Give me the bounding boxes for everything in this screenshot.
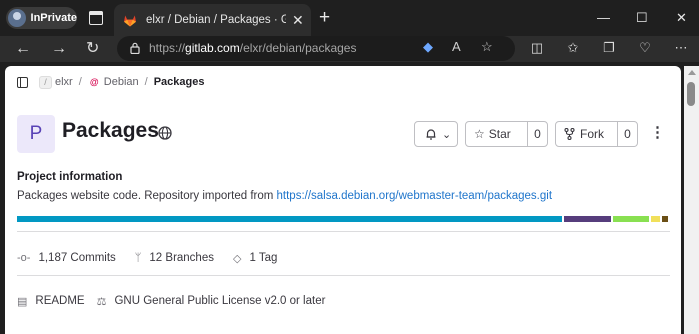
tags-count: 1 Tag: [249, 252, 278, 264]
debian-swirl-icon: @: [89, 77, 99, 87]
project-avatar: P: [17, 115, 55, 153]
address-bar[interactable]: https://gitlab.com/elxr/debian/packages …: [117, 36, 515, 61]
collections-icon[interactable]: ❐: [600, 39, 618, 57]
project-description: Packages website code. Repository import…: [17, 190, 553, 202]
tab-title: elxr / Debian / Packages · GitLab: [146, 14, 286, 26]
split-screen-icon[interactable]: ◫: [528, 39, 546, 57]
star-button[interactable]: ☆ Star: [466, 122, 527, 146]
language-bar[interactable]: [17, 216, 670, 222]
back-arrow-icon[interactable]: ←: [15, 36, 31, 62]
page-scrollbar[interactable]: [684, 66, 699, 334]
star-count[interactable]: 0: [527, 122, 547, 146]
branch-icon: ᛘ: [134, 252, 142, 264]
import-source-link[interactable]: https://salsa.debian.org/webmaster-team/…: [277, 190, 553, 202]
inprivate-profile-button[interactable]: InPrivate: [6, 7, 77, 29]
maximize-button[interactable]: ☐: [636, 8, 648, 28]
divider: [17, 231, 670, 232]
tag-extension-icon[interactable]: ◆: [423, 39, 433, 55]
breadcrumb-group[interactable]: elxr: [55, 76, 73, 88]
branches-count: 12 Branches: [149, 252, 214, 264]
minimize-button[interactable]: —: [597, 8, 610, 28]
breadcrumb-current[interactable]: Packages: [154, 76, 205, 88]
commits-link[interactable]: -o- 1,187 Commits: [17, 252, 116, 264]
readme-label: README: [35, 295, 85, 307]
favorite-star-icon[interactable]: ☆: [481, 39, 493, 55]
license-link[interactable]: ⚖ GNU General Public License v2.0 or lat…: [97, 295, 326, 308]
browser-tab-active[interactable]: elxr / Debian / Packages · GitLab ✕: [114, 4, 311, 36]
url-text: https://gitlab.com/elxr/debian/packages: [149, 41, 357, 55]
more-actions-icon[interactable]: ⋮: [650, 124, 665, 142]
tag-icon: ◇: [232, 252, 242, 265]
globe-icon: [158, 126, 172, 140]
breadcrumb-separator: /: [144, 76, 148, 88]
fork-button[interactable]: Fork: [556, 122, 617, 146]
language-segment[interactable]: [651, 216, 660, 222]
gitlab-favicon-icon: [124, 15, 136, 26]
sidebar-toggle-icon[interactable]: [17, 76, 28, 88]
branches-link[interactable]: ᛘ 12 Branches: [135, 252, 214, 264]
forward-arrow-icon[interactable]: →: [51, 36, 67, 62]
breadcrumb-subgroup[interactable]: Debian: [104, 76, 139, 88]
book-icon: ▤: [17, 295, 28, 308]
group-avatar-icon: /: [39, 75, 52, 89]
breadcrumb-separator: /: [78, 76, 82, 88]
fork-count[interactable]: 0: [617, 122, 637, 146]
commits-count: 1,187 Commits: [38, 252, 116, 264]
page-viewport: / elxr / @ Debian / Packages P Packages …: [5, 66, 681, 334]
scale-icon: ⚖: [96, 295, 107, 308]
commit-icon: -o-: [17, 252, 31, 264]
star-label: Star: [488, 127, 511, 141]
project-information-heading: Project information: [17, 171, 123, 183]
fork-label: Fork: [580, 127, 604, 141]
scrollbar-thumb[interactable]: [687, 82, 695, 106]
chevron-down-icon: ⌄: [442, 128, 452, 141]
language-segment[interactable]: [661, 216, 668, 222]
lock-icon: [130, 42, 140, 54]
browser-toolbar: ← → ↻ https://gitlab.com/elxr/debian/pac…: [0, 36, 699, 62]
tab-close-icon[interactable]: ✕: [292, 13, 304, 27]
star-icon: ☆: [474, 127, 485, 141]
fork-button-group: Fork 0: [555, 121, 638, 147]
refresh-icon[interactable]: ↻: [86, 36, 99, 62]
star-button-group: ☆ Star 0: [465, 121, 548, 147]
scroll-up-icon[interactable]: [688, 70, 696, 75]
more-options-icon[interactable]: ⋯: [672, 39, 690, 57]
fork-icon: [564, 128, 575, 140]
copilot-heart-icon[interactable]: ♡: [636, 39, 654, 57]
divider: [17, 275, 670, 276]
language-segment[interactable]: [17, 216, 563, 222]
new-tab-button[interactable]: +: [319, 8, 330, 28]
close-window-button[interactable]: ✕: [676, 8, 687, 28]
license-label: GNU General Public License v2.0 or later: [114, 295, 326, 307]
favorites-icon[interactable]: ✩: [564, 39, 582, 57]
tags-link[interactable]: ◇ 1 Tag: [233, 252, 277, 265]
language-segment[interactable]: [612, 216, 650, 222]
page-title: Packages: [62, 119, 159, 142]
read-aloud-icon[interactable]: A: [452, 39, 461, 54]
repository-stats: -o- 1,187 Commits ᛘ 12 Branches ◇ 1 Tag: [17, 250, 296, 266]
language-segment[interactable]: [564, 216, 611, 222]
profile-avatar-icon: [8, 9, 26, 27]
repository-meta: ▤ README ⚖ GNU General Public License v2…: [17, 293, 337, 309]
breadcrumb: / elxr / @ Debian / Packages: [17, 75, 204, 89]
readme-link[interactable]: ▤ README: [17, 295, 85, 308]
tab-actions-icon[interactable]: [89, 11, 103, 25]
browser-tab-bar: InPrivate elxr / Debian / Packages · Git…: [0, 0, 699, 36]
bell-icon: [426, 129, 436, 140]
profile-label: InPrivate: [30, 12, 77, 24]
notifications-button[interactable]: ⌄: [414, 121, 458, 147]
